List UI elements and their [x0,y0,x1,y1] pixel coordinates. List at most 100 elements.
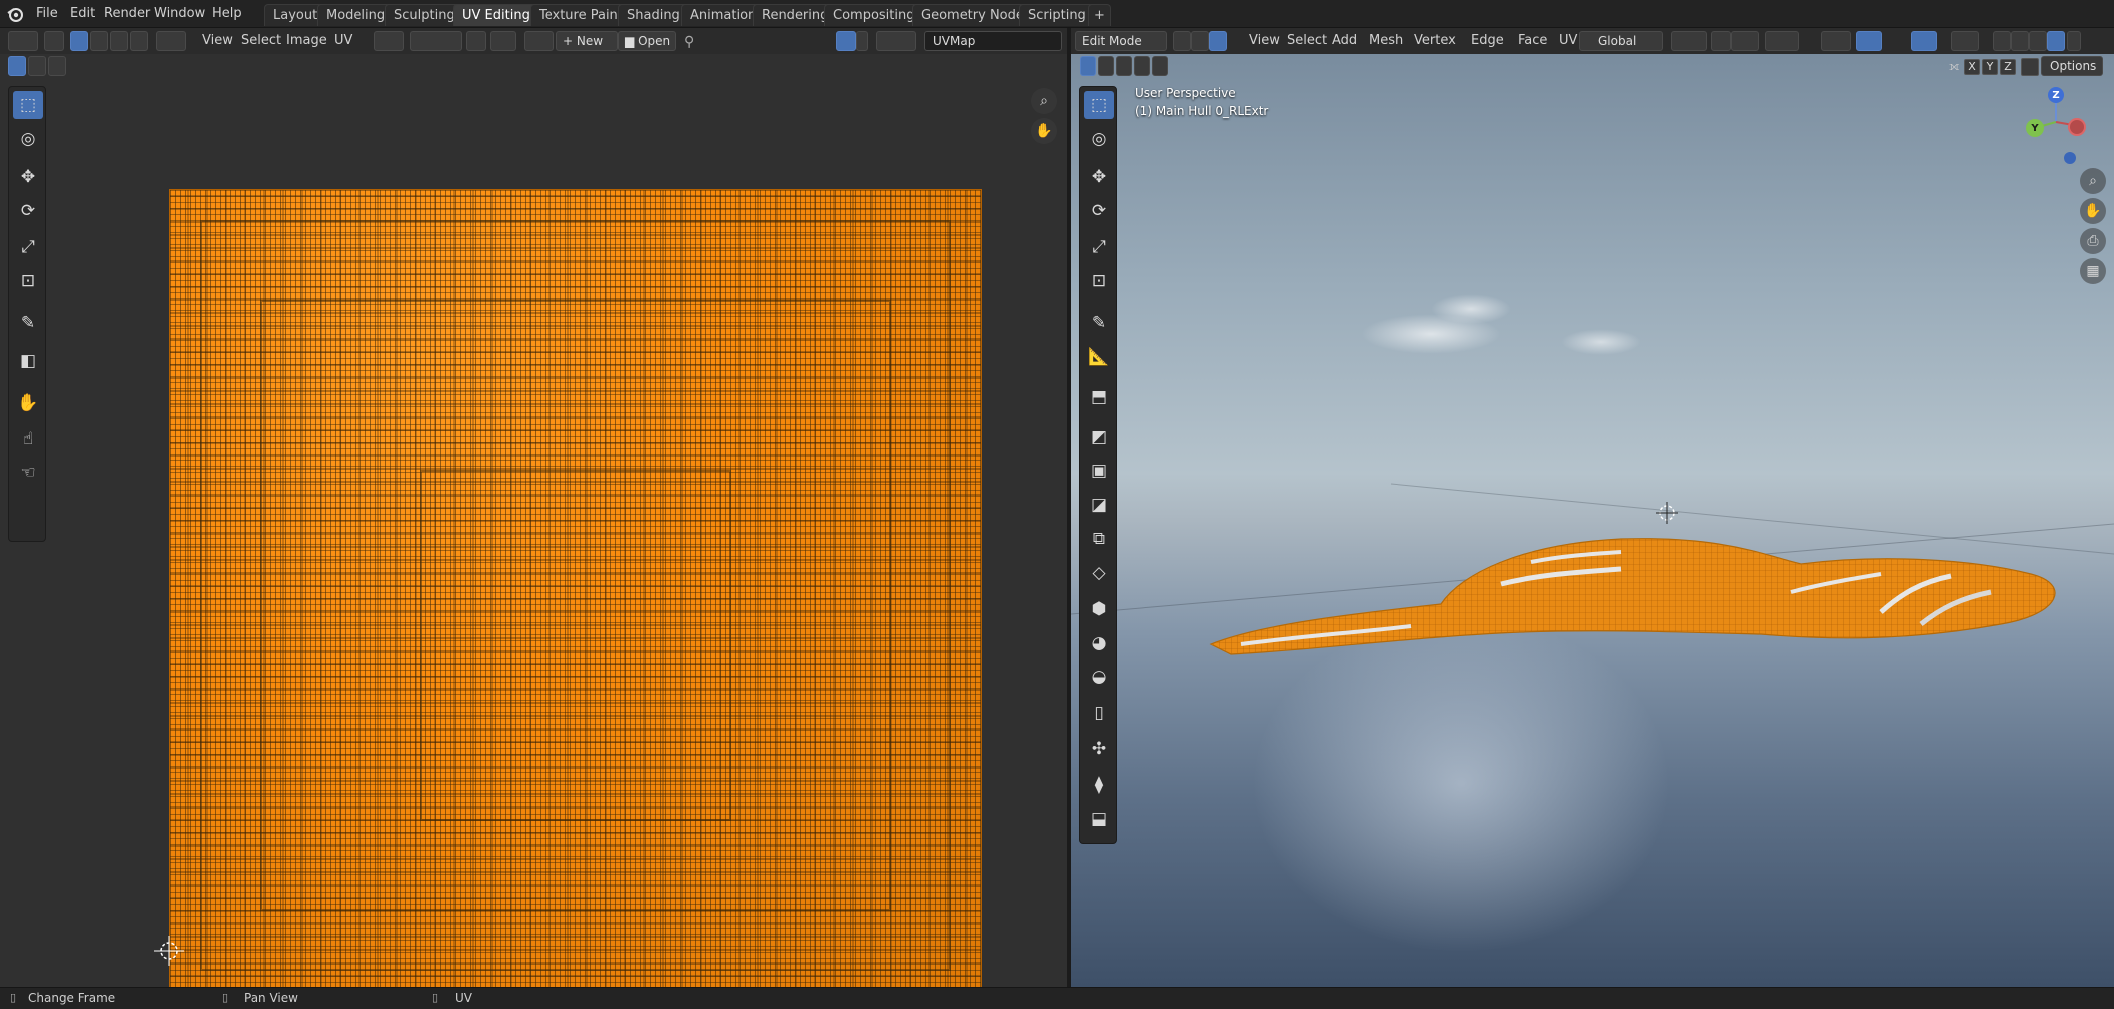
blender-logo-icon[interactable] [6,5,24,23]
overlay-dropdown[interactable] [876,31,916,51]
gizmo-toggle-viewport-icon[interactable] [1856,31,1882,51]
gizmo-z-negative[interactable] [2064,152,2076,164]
move-tool-icon[interactable]: ✥ [1084,163,1114,191]
bevel-tool-icon[interactable]: ◪ [1084,491,1114,519]
vertex-select-icon[interactable] [70,31,88,51]
viewport-menu-view[interactable]: View [1243,31,1286,51]
mirror-y-button[interactable]: Y [1982,59,1998,75]
island-select-icon[interactable] [130,31,148,51]
gizmo-x-negative[interactable] [2068,118,2086,136]
smooth-tool-icon[interactable]: ◒ [1084,663,1114,691]
2d-cursor-icon[interactable] [154,936,184,966]
spin-tool-icon[interactable]: ◕ [1084,629,1114,657]
poly-build-tool-icon[interactable]: ⬢ [1084,595,1114,623]
camera-icon[interactable]: ⎙ [2080,228,2106,254]
proportional-editing-dropdown[interactable] [1765,31,1799,51]
vp-select-mode-new[interactable] [1080,56,1096,76]
rendered-shading-icon[interactable] [2047,31,2065,51]
cursor-tool-icon[interactable]: ◎ [1084,125,1114,153]
extrude-tool-icon[interactable]: ◩ [1084,423,1114,451]
mode-dropdown[interactable]: Edit Mode [1075,31,1167,51]
3d-cursor-icon[interactable] [1656,502,1678,524]
add-cube-tool-icon[interactable]: ⬒ [1084,383,1114,411]
gizmo-z-axis[interactable]: Z [2048,87,2064,103]
tab-uv-editing[interactable]: UV Editing [453,4,539,26]
pin-icon[interactable]: ⚲ [684,34,694,50]
gizmo-y-axis[interactable]: Y [2026,119,2044,137]
select-box-tool-icon[interactable]: ⬚ [1084,91,1114,119]
uv-menu-image[interactable]: Image [280,31,333,51]
visibility-dropdown[interactable] [1821,31,1851,51]
scale-tool-icon[interactable]: ⤢ [1084,233,1114,261]
transform-tool-icon[interactable]: ⊡ [13,267,43,295]
viewport-menu-add[interactable]: Add [1326,31,1363,51]
new-image-button[interactable]: + New [556,31,618,51]
zoom-icon[interactable]: ⌕ [2080,168,2106,194]
grab-tool-icon[interactable]: ✋ [13,389,43,417]
shading-options-dropdown[interactable] [2067,31,2081,51]
tab-compositing[interactable]: Compositing [824,4,924,26]
face-mode-icon[interactable] [1209,31,1227,51]
material-shading-icon[interactable] [2029,31,2047,51]
face-select-icon[interactable] [110,31,128,51]
mirror-z-button[interactable]: Z [2000,59,2016,75]
wireframe-shading-icon[interactable] [1993,31,2011,51]
uv-select-mode-new[interactable] [8,56,26,76]
uv-editor-area[interactable]: ⬚ ◎ ✥ ⟳ ⤢ ⊡ ✎ ◧ ✋ ☝ ☜ ⌕ ✋ [0,54,1067,1002]
sticky-select-dropdown[interactable] [156,31,186,51]
edge-mode-icon[interactable] [1191,31,1209,51]
annotate-tool-icon[interactable]: ✎ [1084,309,1114,337]
vp-select-mode-extend[interactable] [1098,56,1114,76]
sync-selection-icon[interactable] [44,31,64,51]
measure-tool-icon[interactable]: 📐 [1084,343,1114,371]
add-workspace-button[interactable]: + [1088,4,1111,26]
cursor-tool-icon[interactable]: ◎ [13,125,43,153]
overlays-toggle-icon[interactable] [1911,31,1937,51]
pinch-tool-icon[interactable]: ☜ [13,459,43,487]
menu-edit[interactable]: Edit [64,4,101,24]
move-tool-icon[interactable]: ✥ [13,163,43,191]
editor-type-dropdown[interactable] [8,31,38,51]
solid-shading-icon[interactable] [2011,31,2029,51]
tab-modeling[interactable]: Modeling [317,4,395,26]
inset-tool-icon[interactable]: ▣ [1084,457,1114,485]
menu-window[interactable]: Window [148,4,211,24]
uv-menu-uv[interactable]: UV [328,31,358,51]
ship-hull-mesh[interactable] [1201,474,2081,674]
scale-tool-icon[interactable]: ⤢ [13,233,43,261]
edge-select-icon[interactable] [90,31,108,51]
viewport-menu-edge[interactable]: Edge [1465,31,1510,51]
viewport-menu-mesh[interactable]: Mesh [1363,31,1409,51]
rip-tool-icon[interactable]: ◧ [13,347,43,375]
uv-select-mode-extend[interactable] [28,56,46,76]
open-image-button[interactable]: ▆ Open [618,31,676,51]
uvmap-field[interactable]: UVMap [924,31,1062,51]
pivot-point-dropdown[interactable] [1671,31,1707,51]
edge-slide-tool-icon[interactable]: ▯ [1084,699,1114,727]
relax-tool-icon[interactable]: ☝ [13,425,43,453]
perspective-toggle-icon[interactable]: ▦ [2080,258,2106,284]
viewport-menu-face[interactable]: Face [1512,31,1553,51]
transform-orientation-dropdown[interactable]: Global [1579,31,1663,51]
3d-viewport[interactable]: User Perspective (1) Main Hull 0_RLExtr … [1071,54,2114,987]
vp-select-mode-subtract[interactable] [1116,56,1132,76]
options-dropdown[interactable]: Options [2041,56,2103,76]
gizmo-toggle-icon[interactable] [836,31,856,51]
annotate-tool-icon[interactable]: ✎ [13,309,43,337]
image-browse-dropdown[interactable] [524,31,554,51]
gizmo-dropdown[interactable] [856,31,868,51]
zoom-icon[interactable]: ⌕ [1031,88,1057,114]
vp-select-mode-invert[interactable] [1134,56,1150,76]
knife-tool-icon[interactable]: ◇ [1084,559,1114,587]
menu-file[interactable]: File [30,4,64,24]
vertex-mode-icon[interactable] [1173,31,1191,51]
hand-pan-icon[interactable]: ✋ [1031,118,1057,144]
hand-pan-icon[interactable]: ✋ [2080,198,2106,224]
snapping-dropdown[interactable] [410,31,462,51]
uv-select-mode-subtract[interactable] [48,56,66,76]
select-box-tool-icon[interactable]: ⬚ [13,91,43,119]
uv-layout[interactable] [169,189,982,1002]
mirror-x-button[interactable]: X [1964,59,1980,75]
uv-menu-view[interactable]: View [196,31,239,51]
xray-toggle-icon[interactable] [1951,31,1979,51]
